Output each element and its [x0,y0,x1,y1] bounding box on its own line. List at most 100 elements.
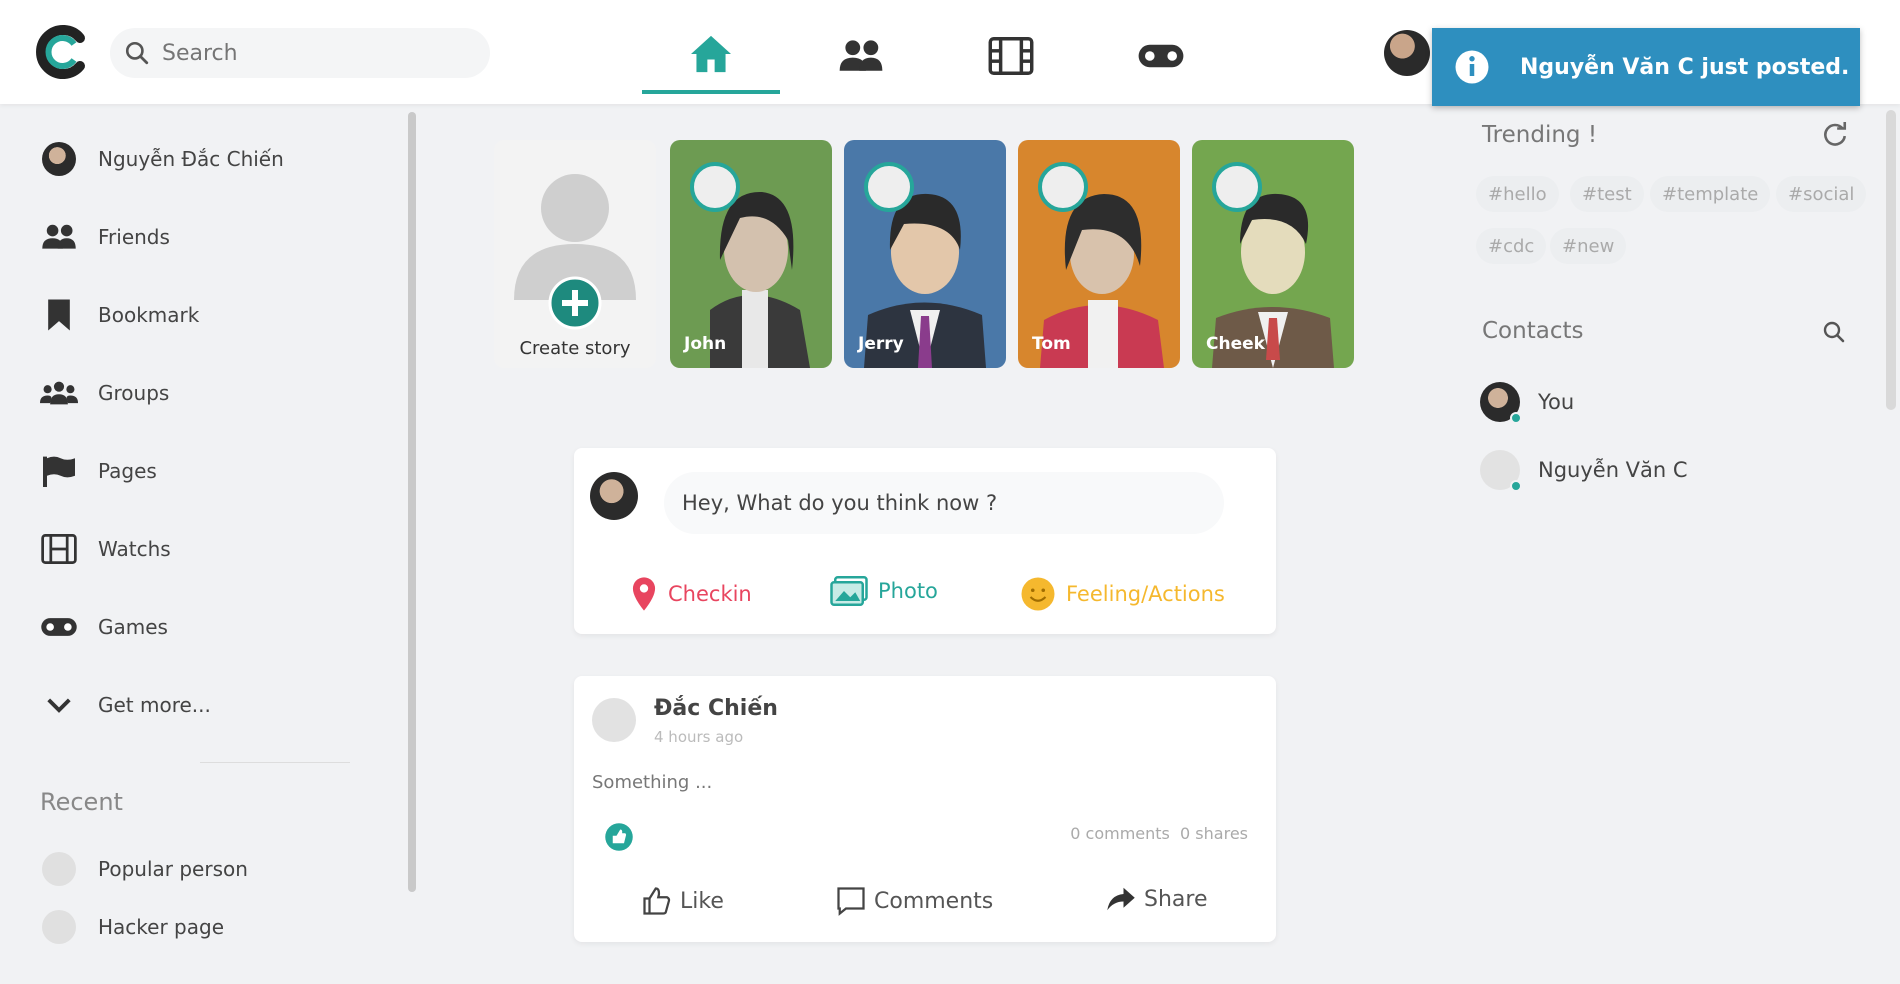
reaction-icon [605,823,633,851]
sidebar-item-label: Watchs [98,537,171,561]
story-card[interactable]: Cheek [1192,140,1354,368]
composer-input[interactable]: Hey, What do you think now ? [664,472,1224,534]
story-card[interactable]: Jerry [844,140,1006,368]
trending-tag[interactable]: #test [1570,176,1644,212]
story-name: Tom [1032,334,1071,354]
friends-icon [839,40,883,71]
search-icon [125,41,149,65]
avatar [590,472,638,520]
add-story-icon[interactable] [548,276,602,330]
tab-friends[interactable] [792,18,930,94]
share-button[interactable]: Share [1106,886,1208,912]
create-story-label: Create story [519,338,631,359]
sidebar-item-pages[interactable]: Pages [40,446,157,496]
sidebar-item-label: Nguyễn Đắc Chiến [98,147,284,171]
gamepad-icon [40,608,78,646]
trending-tag[interactable]: #hello [1476,176,1559,212]
refresh-icon[interactable] [1822,122,1848,148]
photo-icon [830,576,868,606]
thumbs-up-icon [643,887,671,915]
contact-name: You [1538,390,1575,414]
sidebar-item-games[interactable]: Games [40,602,168,652]
avatar [40,140,78,178]
feeling-button[interactable]: Feeling/Actions [1020,576,1225,612]
story-avatar [864,162,914,212]
trending-title: Trending ! [1482,122,1598,148]
sidebar-item-get-more[interactable]: Get more... [40,680,211,730]
sidebar-scrollbar[interactable] [408,112,416,892]
online-status-dot [1510,412,1522,424]
like-button[interactable]: Like [642,886,724,916]
trending-tag[interactable]: #social [1776,176,1867,212]
recent-item[interactable]: Hacker page [40,902,224,952]
home-icon [691,35,731,73]
toast-message: Nguyễn Văn C just posted. [1520,54,1850,80]
sidebar-item-friends[interactable]: Friends [40,212,170,262]
avatar [592,698,636,742]
photo-button[interactable]: Photo [830,576,938,606]
bookmark-icon [40,296,78,334]
comments-button[interactable]: Comments [836,886,993,916]
sidebar-item-label: Pages [98,459,157,483]
page-scrollbar[interactable] [1886,110,1896,410]
tab-games[interactable] [1092,18,1230,94]
sidebar-item-label: Groups [98,381,170,405]
sidebar-item-label: Get more... [98,693,211,717]
contact-item[interactable]: You [1480,382,1575,424]
online-status-dot [1510,480,1522,492]
user-avatar[interactable] [1384,30,1430,76]
story-avatar [1038,162,1088,212]
avatar [40,850,78,888]
avatar [1480,382,1522,424]
post-content: Something ... [592,772,713,793]
tab-home[interactable] [642,18,780,94]
film-icon [40,530,78,568]
checkin-button[interactable]: Checkin [630,576,752,612]
left-sidebar: Nguyễn Đắc Chiến Friends Bookmark Groups… [0,106,420,984]
chevron-down-icon [40,686,78,724]
sidebar-item-label: Games [98,615,168,639]
film-icon [988,37,1034,75]
post-author[interactable]: Đắc Chiến [654,696,778,721]
search-box[interactable] [110,28,490,78]
story-card[interactable]: John [670,140,832,368]
tab-watch[interactable] [942,18,1080,94]
right-panel: Trending ! #hello #test #template #socia… [1470,106,1880,506]
story-name: John [684,334,727,354]
trending-tag[interactable]: #cdc [1476,228,1547,264]
gamepad-icon [1138,44,1184,68]
sidebar-item-watchs[interactable]: Watchs [40,524,171,574]
like-label: Like [680,888,724,914]
trending-tag[interactable]: #new [1550,228,1627,264]
sidebar-item-groups[interactable]: Groups [40,368,169,418]
trending-tag[interactable]: #template [1650,176,1771,212]
contacts-title: Contacts [1482,318,1584,344]
comment-icon [837,887,865,916]
create-story-card[interactable]: Create story [494,140,656,368]
post-composer: Hey, What do you think now ? Checkin Pho… [574,448,1276,634]
info-icon [1455,50,1489,84]
divider [200,762,350,763]
location-pin-icon [632,577,656,611]
sidebar-item-profile[interactable]: Nguyễn Đắc Chiến [40,134,284,184]
sidebar-item-label: Bookmark [98,303,200,327]
recent-heading: Recent [40,788,123,816]
search-input[interactable] [162,40,462,66]
story-name: Jerry [858,334,904,354]
post-stats[interactable]: 0 comments 0 shares [1070,824,1248,843]
contact-item[interactable]: Nguyễn Văn C [1480,450,1688,492]
groups-icon [40,374,78,412]
sidebar-item-bookmark[interactable]: Bookmark [40,290,199,340]
share-icon [1107,887,1135,911]
recent-item-label: Hacker page [98,915,224,939]
sidebar-item-label: Friends [98,225,170,249]
story-card[interactable]: Tom [1018,140,1180,368]
avatar [1480,450,1522,492]
post-card: Đắc Chiến 4 hours ago Something ... 0 co… [574,676,1276,942]
photo-label: Photo [878,579,938,603]
recent-item[interactable]: Popular person [40,844,248,894]
logo-icon[interactable] [36,24,92,80]
notification-toast[interactable]: Nguyễn Văn C just posted. [1432,28,1860,106]
search-icon[interactable] [1822,320,1846,344]
composer-placeholder: Hey, What do you think now ? [682,491,998,515]
